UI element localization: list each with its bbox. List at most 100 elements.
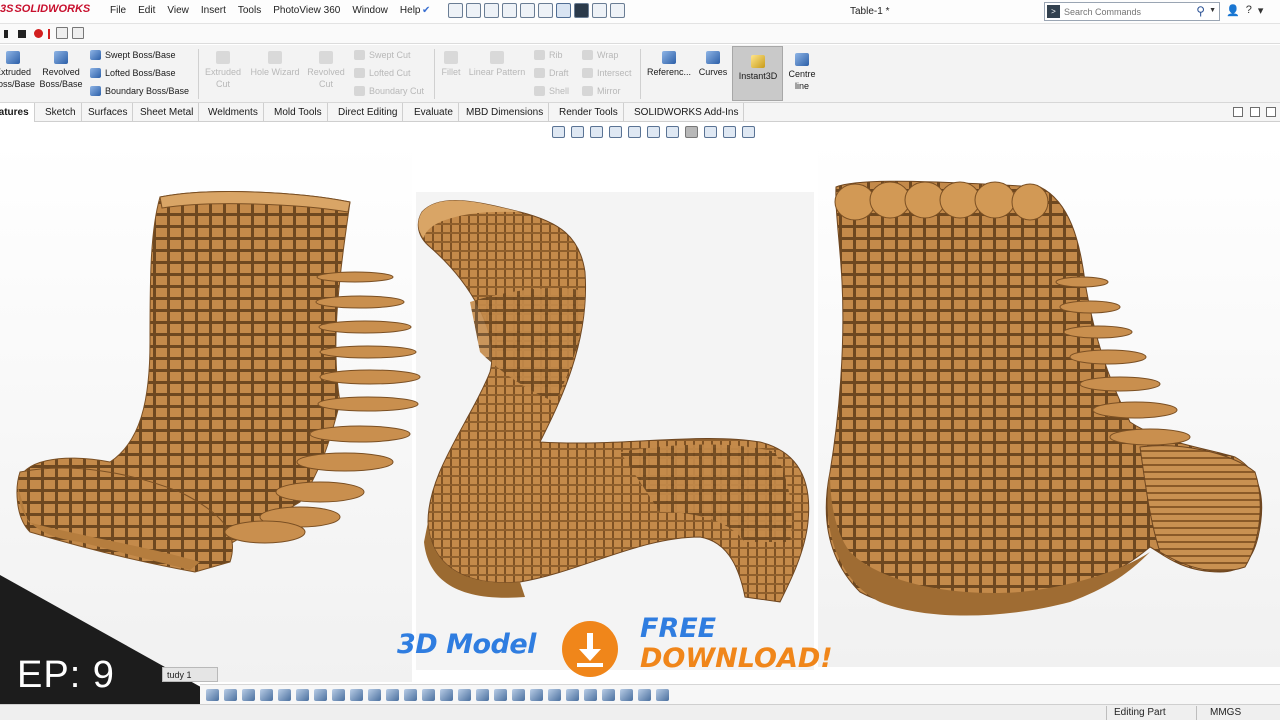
tab-weldments[interactable]: Weldments [203,103,264,122]
hide-show-items-icon[interactable] [685,126,698,138]
tab-evaluate[interactable]: Evaluate [409,103,459,122]
open-folder-icon[interactable] [484,3,499,18]
rib-button[interactable]: Rib [534,50,563,60]
previous-view-icon[interactable] [590,126,603,138]
tab-features[interactable]: Features [0,103,35,122]
solidworks-logo[interactable]: 3SSOLIDWORKS [0,3,92,21]
print-icon[interactable] [520,3,535,18]
mirror-tool-icon[interactable] [476,688,489,701]
revolved-cut-button[interactable]: Revolved Cut [304,51,348,90]
shell-button[interactable]: Shell [534,86,569,96]
construction-tool-icon[interactable] [260,688,273,701]
select-arrow-icon[interactable] [556,3,571,18]
undo-icon[interactable] [538,3,553,18]
home-icon[interactable] [448,3,463,18]
motion-study-tab[interactable]: tudy 1 [162,667,218,682]
curves-button[interactable]: Curves [696,51,730,78]
tab-direct-editing[interactable]: Direct Editing [333,103,404,122]
view-settings-icon[interactable] [742,126,755,138]
lofted-cut-button[interactable]: Lofted Cut [354,68,411,78]
file-properties-icon[interactable] [592,3,607,18]
menu-edit[interactable]: Edit [132,5,161,16]
boundary-boss-button[interactable]: Boundary Boss/Base [90,86,189,96]
zoom-to-area-icon[interactable] [571,126,584,138]
extend-tool-icon[interactable] [404,688,417,701]
point-tool-icon[interactable] [314,688,327,701]
line-tool-icon[interactable] [206,688,219,701]
tab-mold-tools[interactable]: Mold Tools [269,103,328,122]
menu-window[interactable]: Window [346,5,394,16]
search-icon[interactable]: ⚲ [1196,4,1205,18]
record-icon[interactable] [34,29,43,38]
center-rectangle-icon[interactable] [278,688,291,701]
section-view-icon[interactable] [609,126,622,138]
wrap-button[interactable]: Wrap [582,50,618,60]
dynamic-annotation-icon[interactable] [628,126,641,138]
menu-tools[interactable]: Tools [232,5,267,16]
draft-button[interactable]: Draft [534,68,569,78]
new-document-icon[interactable] [466,3,481,18]
menu-view[interactable]: View [161,5,195,16]
move-tool-icon[interactable] [512,688,525,701]
menu-insert[interactable]: Insert [195,5,232,16]
stop-icon[interactable] [18,30,26,38]
user-icon[interactable]: 👤 [1226,4,1240,17]
apply-scene-icon[interactable] [723,126,736,138]
pause-icon[interactable] [48,29,50,39]
options-gear-icon[interactable] [610,3,625,18]
swept-cut-button[interactable]: Swept Cut [354,50,411,60]
chamfer-tool-icon[interactable] [422,688,435,701]
macro-edit-icon[interactable] [56,27,68,39]
rapid-sketch-icon[interactable] [656,688,669,701]
rectangle-tool-icon[interactable] [242,688,255,701]
smart-dimension-icon[interactable] [602,688,615,701]
panel-options-icon[interactable] [1266,107,1276,117]
offset-tool-icon[interactable] [440,688,453,701]
dimension-tool-icon[interactable] [224,688,237,701]
menu-file[interactable]: File [104,5,132,16]
pattern-tool-icon[interactable] [494,688,507,701]
stretch-tool-icon[interactable] [584,688,597,701]
arrow-tool-icon[interactable] [350,688,363,701]
revolved-boss-button[interactable]: Revolved Boss/Base [38,51,84,90]
extruded-boss-button[interactable]: Extruded Boss/Base [0,51,35,90]
intersect-button[interactable]: Intersect [582,68,632,78]
download-icon[interactable] [562,621,618,677]
tab-render-tools[interactable]: Render Tools [554,103,624,122]
edit-appearance-icon[interactable] [704,126,717,138]
rotate-tool-icon[interactable] [530,688,543,701]
unit-system-status[interactable]: MMGS [1210,707,1241,718]
tab-surfaces[interactable]: Surfaces [83,103,134,122]
repair-tool-icon[interactable] [620,688,633,701]
tab-solidworks-addins[interactable]: SOLIDWORKS Add-Ins [629,103,745,122]
search-input[interactable] [1064,5,1190,19]
swept-boss-button[interactable]: Swept Boss/Base [90,50,176,60]
lofted-boss-button[interactable]: Lofted Boss/Base [90,68,176,78]
text-tool-icon[interactable] [368,688,381,701]
centre-line-button[interactable]: Centre line [786,53,818,92]
scale-tool-icon[interactable] [548,688,561,701]
fillet-button[interactable]: Fillet [438,51,464,78]
reference-geometry-button[interactable]: Referenc... [644,51,694,78]
search-commands[interactable]: > ⚲ ▼ [1044,2,1220,21]
view-orientation-icon[interactable] [647,126,660,138]
tab-mbd-dimensions[interactable]: MBD Dimensions [461,103,550,122]
linear-pattern-button[interactable]: Linear Pattern [466,51,528,78]
save-icon[interactable] [502,3,517,18]
zoom-to-fit-icon[interactable] [552,126,565,138]
menu-photoview[interactable]: PhotoView 360 [267,5,346,16]
restore-panel-icon[interactable] [1233,107,1243,117]
corner-tool-icon[interactable] [296,688,309,701]
convert-tool-icon[interactable] [458,688,471,701]
boundary-cut-button[interactable]: Boundary Cut [354,86,424,96]
mirror-button[interactable]: Mirror [582,86,621,96]
traffic-light-icon[interactable] [574,3,589,18]
display-style-icon[interactable] [666,126,679,138]
tab-sketch[interactable]: Sketch [40,103,82,122]
pin-icon[interactable]: ✔ [422,5,430,16]
macro-new-icon[interactable] [72,27,84,39]
quick-snap-icon[interactable] [638,688,651,701]
help-icon[interactable]: ? [1246,4,1252,17]
relation-tool-icon[interactable] [332,688,345,701]
extruded-cut-button[interactable]: Extruded Cut [202,51,244,90]
